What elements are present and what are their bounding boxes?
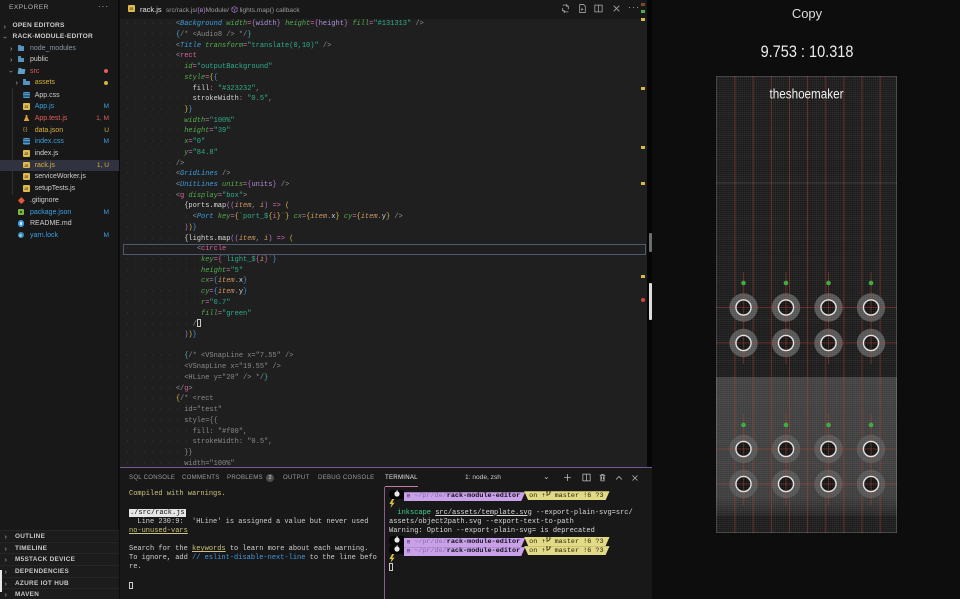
svg-text:theshoemaker: theshoemaker bbox=[770, 86, 844, 102]
